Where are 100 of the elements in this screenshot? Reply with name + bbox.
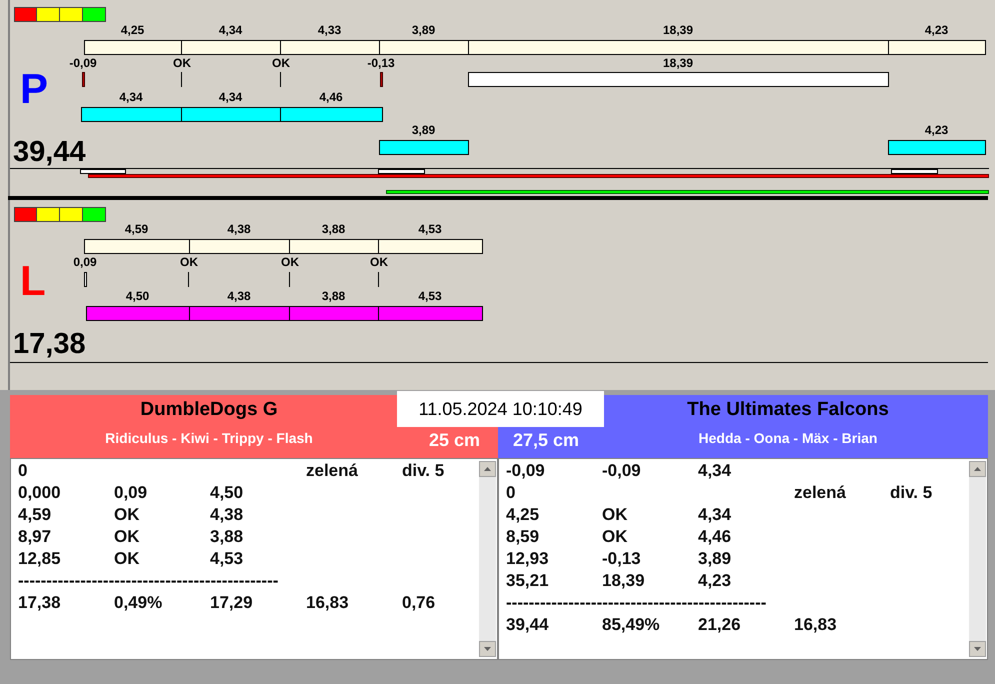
- list-cell: 35,21: [506, 571, 549, 590]
- list-cell: OK: [602, 505, 628, 524]
- lane-length: 27,5 cm: [513, 430, 580, 450]
- list-cell: 0,09: [114, 483, 148, 502]
- segment-label: 0,09: [73, 255, 97, 269]
- segment-label: OK: [370, 255, 388, 269]
- team-members: Hedda - Oona - Mäx - Brian: [698, 429, 878, 448]
- team-name: DumbleDogs G: [140, 398, 278, 422]
- segment-label: -0,13: [367, 56, 395, 70]
- segment-label: OK: [173, 56, 191, 70]
- segment-label: -0,09: [69, 56, 97, 70]
- segment-label: 4,34: [218, 90, 242, 104]
- list-cell: 0: [506, 483, 516, 502]
- tick-mark: [289, 272, 290, 287]
- segment-label: 4,53: [418, 222, 442, 236]
- list-cell: 17,29: [210, 593, 253, 612]
- scroll-up-button[interactable]: [479, 461, 496, 477]
- team-name: The Ultimates Falcons: [687, 398, 889, 422]
- up-arrow-icon: [484, 467, 491, 471]
- list-cell: OK: [114, 527, 140, 546]
- segment-label: 4,59: [124, 222, 148, 236]
- segment-label: 4,38: [227, 222, 251, 236]
- list-cell: 0,000: [18, 483, 61, 502]
- fault-marker: [380, 72, 383, 87]
- list-cell: 0,49%: [114, 593, 162, 612]
- list-cell: 4,46: [698, 527, 732, 546]
- list-cell: 4,34: [698, 505, 732, 524]
- segment-label: OK: [281, 255, 299, 269]
- segment-label: OK: [272, 56, 290, 70]
- list-cell: OK: [602, 527, 628, 546]
- list-cell: OK: [114, 505, 140, 524]
- team-members: Ridiculus - Kiwi - Trippy - Flash: [105, 429, 313, 448]
- segment-label: 4,38: [227, 289, 251, 303]
- tick-mark: [181, 72, 182, 87]
- separator-text: ----------------------------------------------: [506, 592, 766, 614]
- segment-label: 18,39: [662, 56, 694, 70]
- list-cell: zelená: [306, 461, 358, 480]
- segment-label: 3,88: [322, 289, 346, 303]
- down-arrow-icon: [484, 647, 491, 651]
- scrollbar[interactable]: [479, 461, 496, 657]
- list-cell: 12,85: [18, 549, 61, 568]
- list-cell: -0,09: [602, 461, 641, 480]
- segment-label: 4,33: [318, 23, 342, 37]
- list-cell: 18,39: [602, 571, 645, 590]
- list-cell: 16,83: [794, 615, 837, 634]
- tick-mark: [280, 72, 281, 87]
- segment-label: 4,50: [126, 289, 150, 303]
- list-cell: 4,34: [698, 461, 732, 480]
- list-cell: 12,93: [506, 549, 549, 568]
- list-cell: zelená: [794, 483, 846, 502]
- down-arrow-icon: [974, 647, 981, 651]
- separator-text: ----------------------------------------------: [18, 570, 278, 592]
- scrollbar[interactable]: [969, 461, 986, 657]
- list-cell: 4,25: [506, 505, 540, 524]
- scroll-down-button[interactable]: [969, 641, 986, 657]
- segment-label: 4,53: [418, 289, 442, 303]
- track-letter: P: [20, 66, 48, 112]
- list-cell: 4,23: [698, 571, 732, 590]
- total-score: 39,44: [13, 136, 86, 168]
- lane-length: 25 cm: [428, 430, 480, 450]
- list-cell: 0: [18, 461, 28, 480]
- list-cell: 0,76: [402, 593, 436, 612]
- segment-label: 4,46: [319, 90, 343, 104]
- segment-label: 3,88: [322, 222, 346, 236]
- list-cell: 8,59: [506, 527, 540, 546]
- total-score: 17,38: [13, 328, 86, 360]
- tick-mark: [378, 272, 379, 287]
- list-cell: div. 5: [402, 461, 444, 480]
- scroll-up-button[interactable]: [969, 461, 986, 477]
- list-cell: 17,38: [18, 593, 61, 612]
- list-cell: 4,38: [210, 505, 244, 524]
- segment-label: 3,89: [412, 23, 436, 37]
- gap-marker: [84, 272, 87, 287]
- list-cell: -0,09: [506, 461, 545, 480]
- up-arrow-icon: [974, 467, 981, 471]
- fault-marker: [82, 72, 85, 87]
- list-cell: div. 5: [890, 483, 932, 502]
- list-cell: 4,50: [210, 483, 244, 502]
- scroll-down-button[interactable]: [479, 641, 496, 657]
- segment-label: OK: [180, 255, 198, 269]
- segment-label: 4,34: [119, 90, 143, 104]
- segment-label: 18,39: [662, 23, 694, 37]
- list-cell: 3,89: [698, 549, 732, 568]
- tick-mark: [188, 272, 189, 287]
- segment-label: 4,34: [218, 23, 242, 37]
- list-cell: 16,83: [306, 593, 349, 612]
- list-cell: OK: [114, 549, 140, 568]
- list-cell: 8,97: [18, 527, 52, 546]
- track-letter: L: [20, 258, 46, 304]
- date-time-display: 11.05.2024 10:10:49: [397, 391, 604, 427]
- list-cell: 21,26: [698, 615, 741, 634]
- list-cell: 4,53: [210, 549, 244, 568]
- segment-label: 3,89: [412, 123, 436, 137]
- list-cell: 85,49%: [602, 615, 660, 634]
- list-cell: 4,59: [18, 505, 52, 524]
- segment-label: 4,25: [120, 23, 144, 37]
- list-cell: 3,88: [210, 527, 244, 546]
- segment-label: 4,23: [924, 123, 948, 137]
- segment-label: 4,23: [924, 23, 948, 37]
- list-cell: 39,44: [506, 615, 549, 634]
